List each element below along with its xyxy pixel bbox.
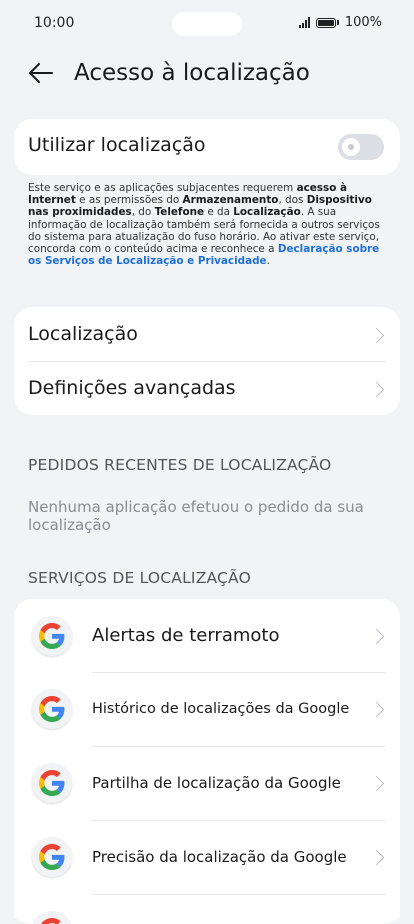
battery-percent: 100% (344, 15, 382, 30)
google-icon (32, 616, 72, 656)
back-arrow-icon[interactable] (26, 58, 56, 88)
signal-icon (298, 17, 310, 28)
page-title: Acesso à localização (74, 60, 310, 86)
location-description: Este serviço e as aplicações subjacentes… (28, 182, 380, 268)
screen: 10:00 100% Acesso à localização Utilizar… (0, 0, 414, 924)
chevron-right-icon (368, 628, 385, 645)
google-icon (32, 837, 72, 877)
battery-icon (315, 17, 336, 28)
location-services-card: Alertas de terramoto Histórico de locali… (14, 599, 400, 924)
use-location-label: Utilizar localização (28, 134, 206, 156)
camera-cutout (172, 12, 242, 36)
service-item-location-accuracy[interactable]: Precisão da localização da Google (14, 821, 400, 894)
service-label: Alertas de terramoto (92, 625, 280, 646)
page-header: Acesso à localização (0, 56, 414, 92)
battery-cap-icon (336, 20, 339, 25)
service-item-location-history[interactable]: Histórico de localizações da Google (14, 673, 400, 746)
use-location-card[interactable]: Utilizar localização (14, 119, 400, 175)
status-icons: 100% (298, 15, 382, 30)
service-item-earthquake-alerts[interactable]: Alertas de terramoto (14, 599, 400, 672)
location-services-heading: SERVIÇOS DE LOCALIZAÇÃO (28, 569, 251, 587)
recent-requests-heading: PEDIDOS RECENTES DE LOCALIZAÇÃO (28, 456, 332, 474)
use-location-toggle[interactable] (338, 134, 384, 160)
chevron-right-icon (368, 849, 385, 866)
status-bar: 10:00 100% (0, 0, 414, 46)
location-item-label: Localização (28, 323, 138, 345)
recent-requests-empty: Nenhuma aplicação efetuou o pedido da su… (28, 498, 364, 534)
location-settings-card: Localização Definições avançadas (14, 307, 400, 415)
advanced-settings-item[interactable]: Definições avançadas (14, 361, 400, 415)
service-item-partial[interactable] (14, 895, 400, 924)
toggle-knob (342, 138, 360, 156)
service-label: Partilha de localização da Google (92, 774, 341, 792)
advanced-settings-label: Definições avançadas (28, 377, 236, 399)
chevron-right-icon (368, 381, 385, 398)
google-icon (32, 911, 72, 924)
service-label: Histórico de localizações da Google (92, 701, 350, 717)
service-label: Precisão da localização da Google (92, 848, 347, 866)
chevron-right-icon (368, 701, 385, 718)
location-item[interactable]: Localização (14, 307, 400, 361)
google-icon (32, 689, 72, 729)
chevron-right-icon (368, 775, 385, 792)
service-item-location-sharing[interactable]: Partilha de localização da Google (14, 747, 400, 820)
chevron-right-icon (368, 327, 385, 344)
google-icon (32, 763, 72, 803)
status-time: 10:00 (34, 15, 75, 31)
